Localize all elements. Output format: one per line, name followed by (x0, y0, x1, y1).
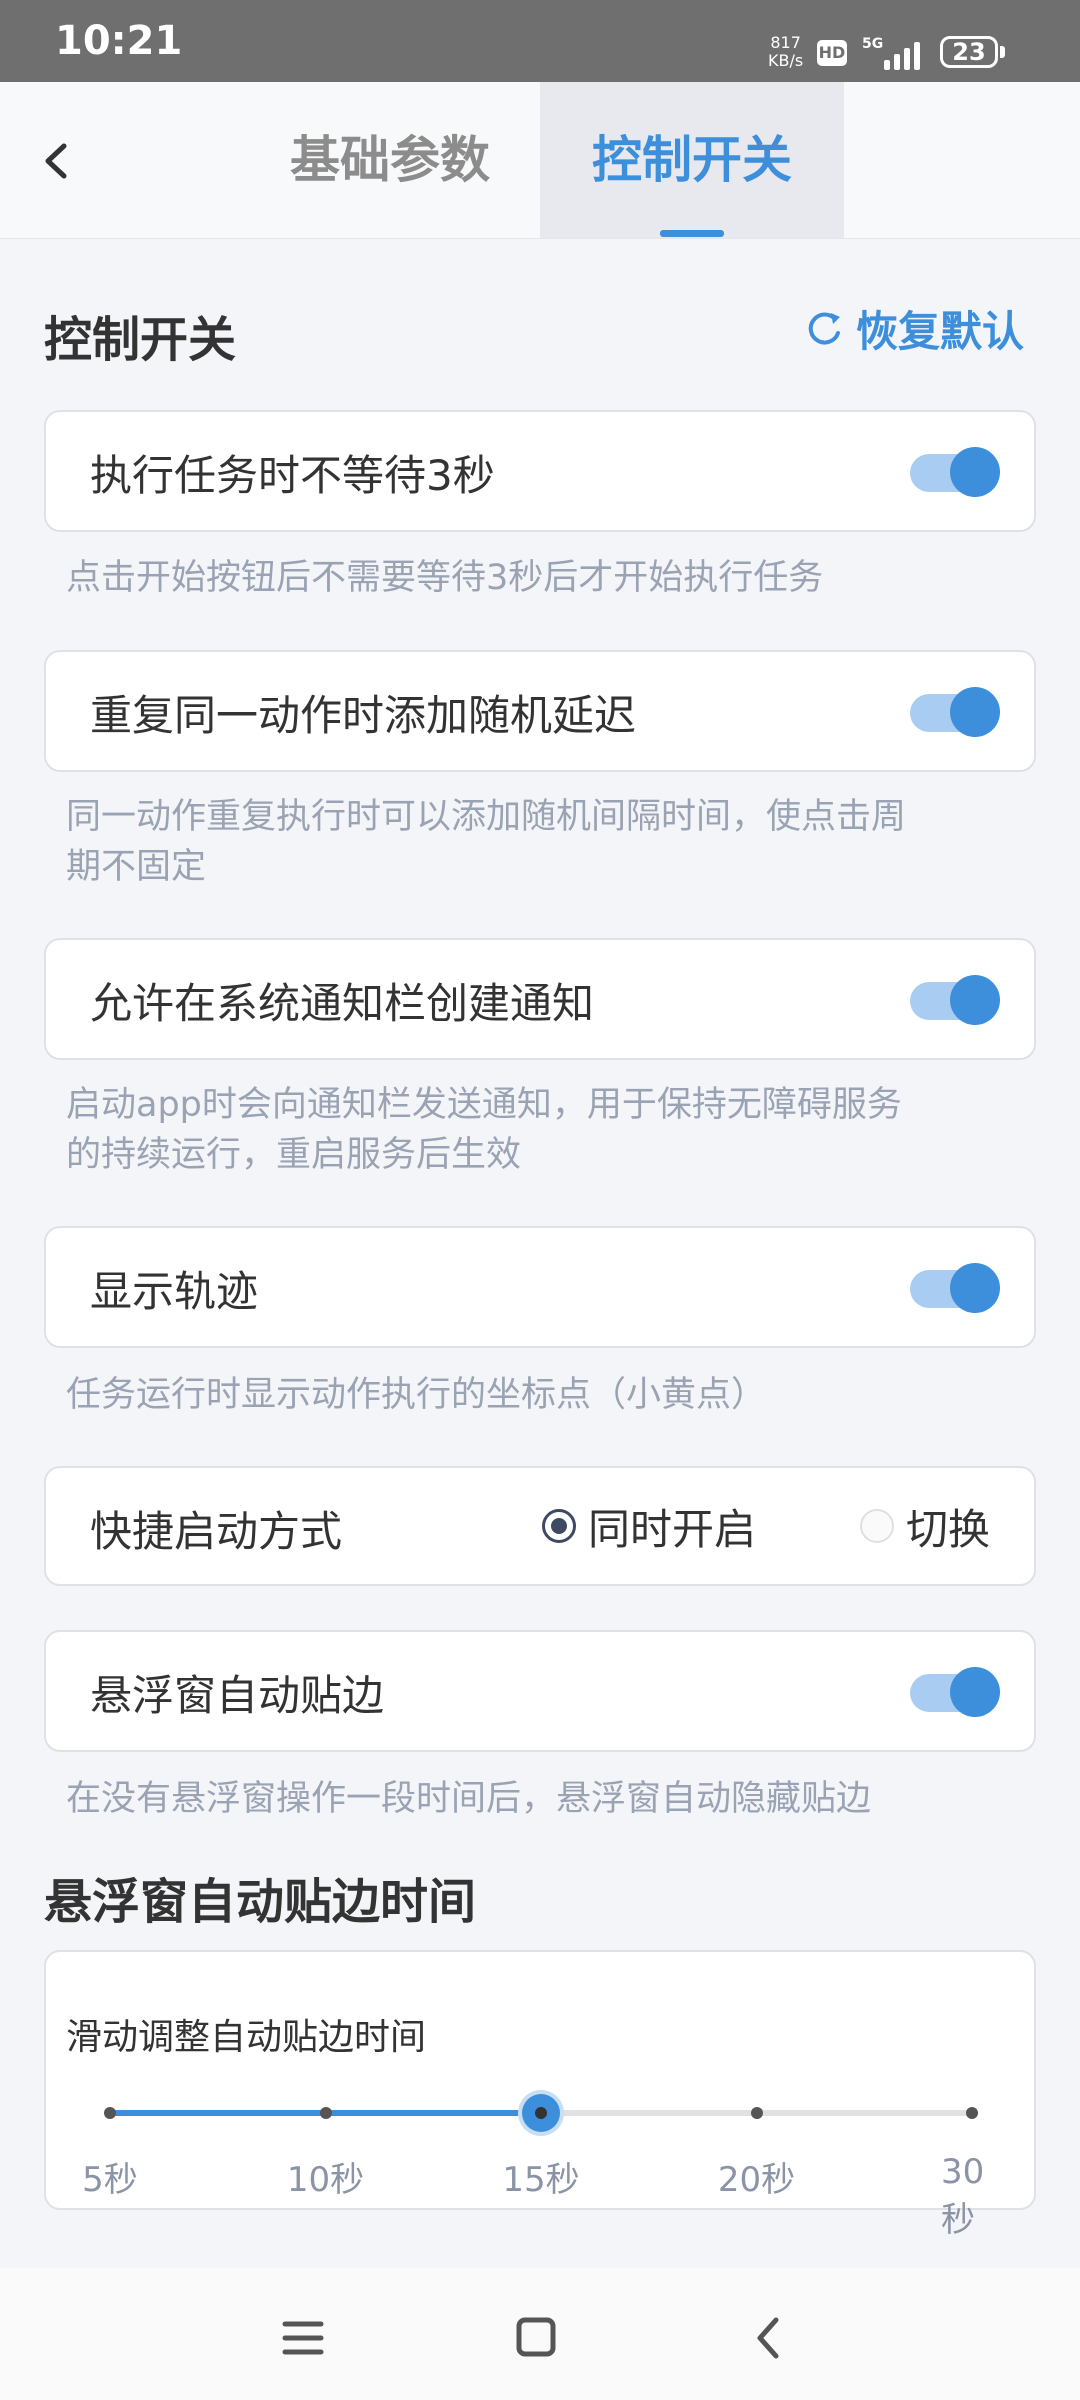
setting-description: 同一动作重复执行时可以添加随机间隔时间，使点击周 期不固定 (66, 792, 1016, 892)
radio-option-label: 切换 (906, 1504, 991, 1554)
network-speed-value: 817 (770, 33, 801, 52)
refresh-icon (808, 312, 840, 345)
signal-icon (884, 38, 928, 70)
home-button[interactable] (496, 2298, 576, 2378)
slider-tick-label: 15秒 (502, 2160, 580, 2200)
clock: 10:21 (55, 18, 183, 64)
setting-card-no-wait: 执行任务时不等待3秒 (44, 410, 1036, 532)
active-tab-indicator (660, 230, 724, 237)
radio-selected-icon (542, 1509, 576, 1543)
slider-tick-label: 20秒 (717, 2160, 796, 2200)
toggle-show-trail[interactable] (910, 1263, 1000, 1313)
toggle-knob (950, 1263, 1000, 1313)
menu-icon (282, 2321, 324, 2355)
setting-card-float-snap: 悬浮窗自动贴边 (44, 1630, 1036, 1752)
home-square-icon (516, 2317, 556, 2357)
toggle-notification[interactable] (910, 975, 1000, 1025)
setting-description: 启动app时会向通知栏发送通知，用于保持无障碍服务 的持续运行，重启服务后生效 (66, 1080, 1016, 1180)
setting-card-notification: 允许在系统通知栏创建通知 (44, 938, 1036, 1060)
setting-label: 重复同一动作时添加随机延迟 (90, 691, 637, 740)
network-type: 5G (862, 36, 884, 52)
setting-description-line: 同一动作重复执行时可以添加随机间隔时间，使点击周 (66, 797, 907, 837)
launch-mode-card: 快捷启动方式 同时开启 切换 (44, 1466, 1036, 1586)
top-tab-bar: 基础参数 控制开关 (0, 82, 1080, 239)
toggle-knob (950, 1667, 1000, 1717)
setting-label: 显示轨迹 (90, 1267, 259, 1316)
setting-label: 执行任务时不等待3秒 (90, 451, 495, 500)
hd-badge: HD (817, 40, 847, 66)
toggle-float-snap[interactable] (910, 1667, 1000, 1717)
battery-icon: 23 (940, 36, 998, 68)
battery-tip (1000, 46, 1005, 58)
slider-tick-dot[interactable] (750, 2107, 763, 2119)
restore-default-label: 恢复默认 (856, 306, 1025, 356)
radio-option-simultaneous[interactable]: 同时开启 (542, 1468, 756, 1584)
tab-control-switches[interactable]: 控制开关 (540, 82, 844, 238)
back-arrow-icon (757, 2317, 779, 2359)
radio-option-label: 同时开启 (588, 1504, 757, 1554)
setting-label: 悬浮窗自动贴边 (90, 1671, 385, 1720)
toggle-no-wait[interactable] (910, 447, 1000, 497)
snap-time-slider[interactable] (104, 2094, 978, 2132)
network-speed-unit: KB/s (768, 51, 804, 70)
setting-description: 在没有悬浮窗操作一段时间后，悬浮窗自动隐藏贴边 (66, 1779, 872, 1819)
toggle-knob (950, 975, 1000, 1025)
setting-card-show-trail: 显示轨迹 (44, 1226, 1036, 1348)
slider-tick-label: 30秒 (941, 2152, 985, 2240)
radio-unselected-icon (860, 1509, 894, 1543)
setting-description: 点击开始按钮后不需要等待3秒后才开始执行任务 (66, 558, 824, 598)
toggle-knob (950, 687, 1000, 737)
network-speed: 817 KB/s (768, 34, 803, 70)
restore-default-button[interactable]: 恢复默认 (804, 298, 1024, 358)
setting-card-random-delay: 重复同一动作时添加随机延迟 (44, 650, 1036, 772)
system-back-button[interactable] (730, 2298, 810, 2378)
setting-description: 任务运行时显示动作执行的坐标点（小黄点） (66, 1375, 767, 1415)
toggle-knob (950, 447, 1000, 497)
snap-time-hint: 滑动调整自动贴边时间 (66, 2017, 427, 2058)
slider-tick-label: 5秒 (82, 2160, 138, 2200)
snap-time-card: 滑动调整自动贴边时间 5秒 10秒 15秒 20秒 30秒 (44, 1950, 1036, 2240)
slider-tick-dot[interactable] (104, 2107, 116, 2119)
slider-tick-dot[interactable] (319, 2107, 332, 2119)
radio-option-switch[interactable]: 切换 (860, 1468, 990, 1584)
menu-button[interactable] (263, 2298, 343, 2378)
slider-thumb[interactable] (522, 2094, 560, 2132)
slider-tick-dot[interactable] (966, 2107, 978, 2119)
tab-basic-params[interactable]: 基础参数 (270, 82, 510, 238)
status-bar: 10:21 817 KB/s HD 5G 23 (0, 0, 1080, 82)
slider-tick-label: 10秒 (286, 2160, 365, 2200)
chevron-left-icon (45, 143, 67, 179)
setting-description-line: 启动app时会向通知栏发送通知，用于保持无障碍服务 (66, 1085, 902, 1125)
launch-mode-label: 快捷启动方式 (90, 1507, 343, 1556)
system-nav-bar (0, 2268, 1080, 2400)
setting-description-line: 期不固定 (66, 847, 207, 887)
snap-time-title: 悬浮窗自动贴边时间 (44, 1874, 477, 1930)
section-title: 控制开关 (44, 312, 237, 368)
toggle-random-delay[interactable] (910, 687, 1000, 737)
setting-description-line: 的持续运行，重启服务后生效 (66, 1135, 522, 1175)
back-button[interactable] (30, 126, 90, 196)
setting-label: 允许在系统通知栏创建通知 (90, 979, 595, 1028)
